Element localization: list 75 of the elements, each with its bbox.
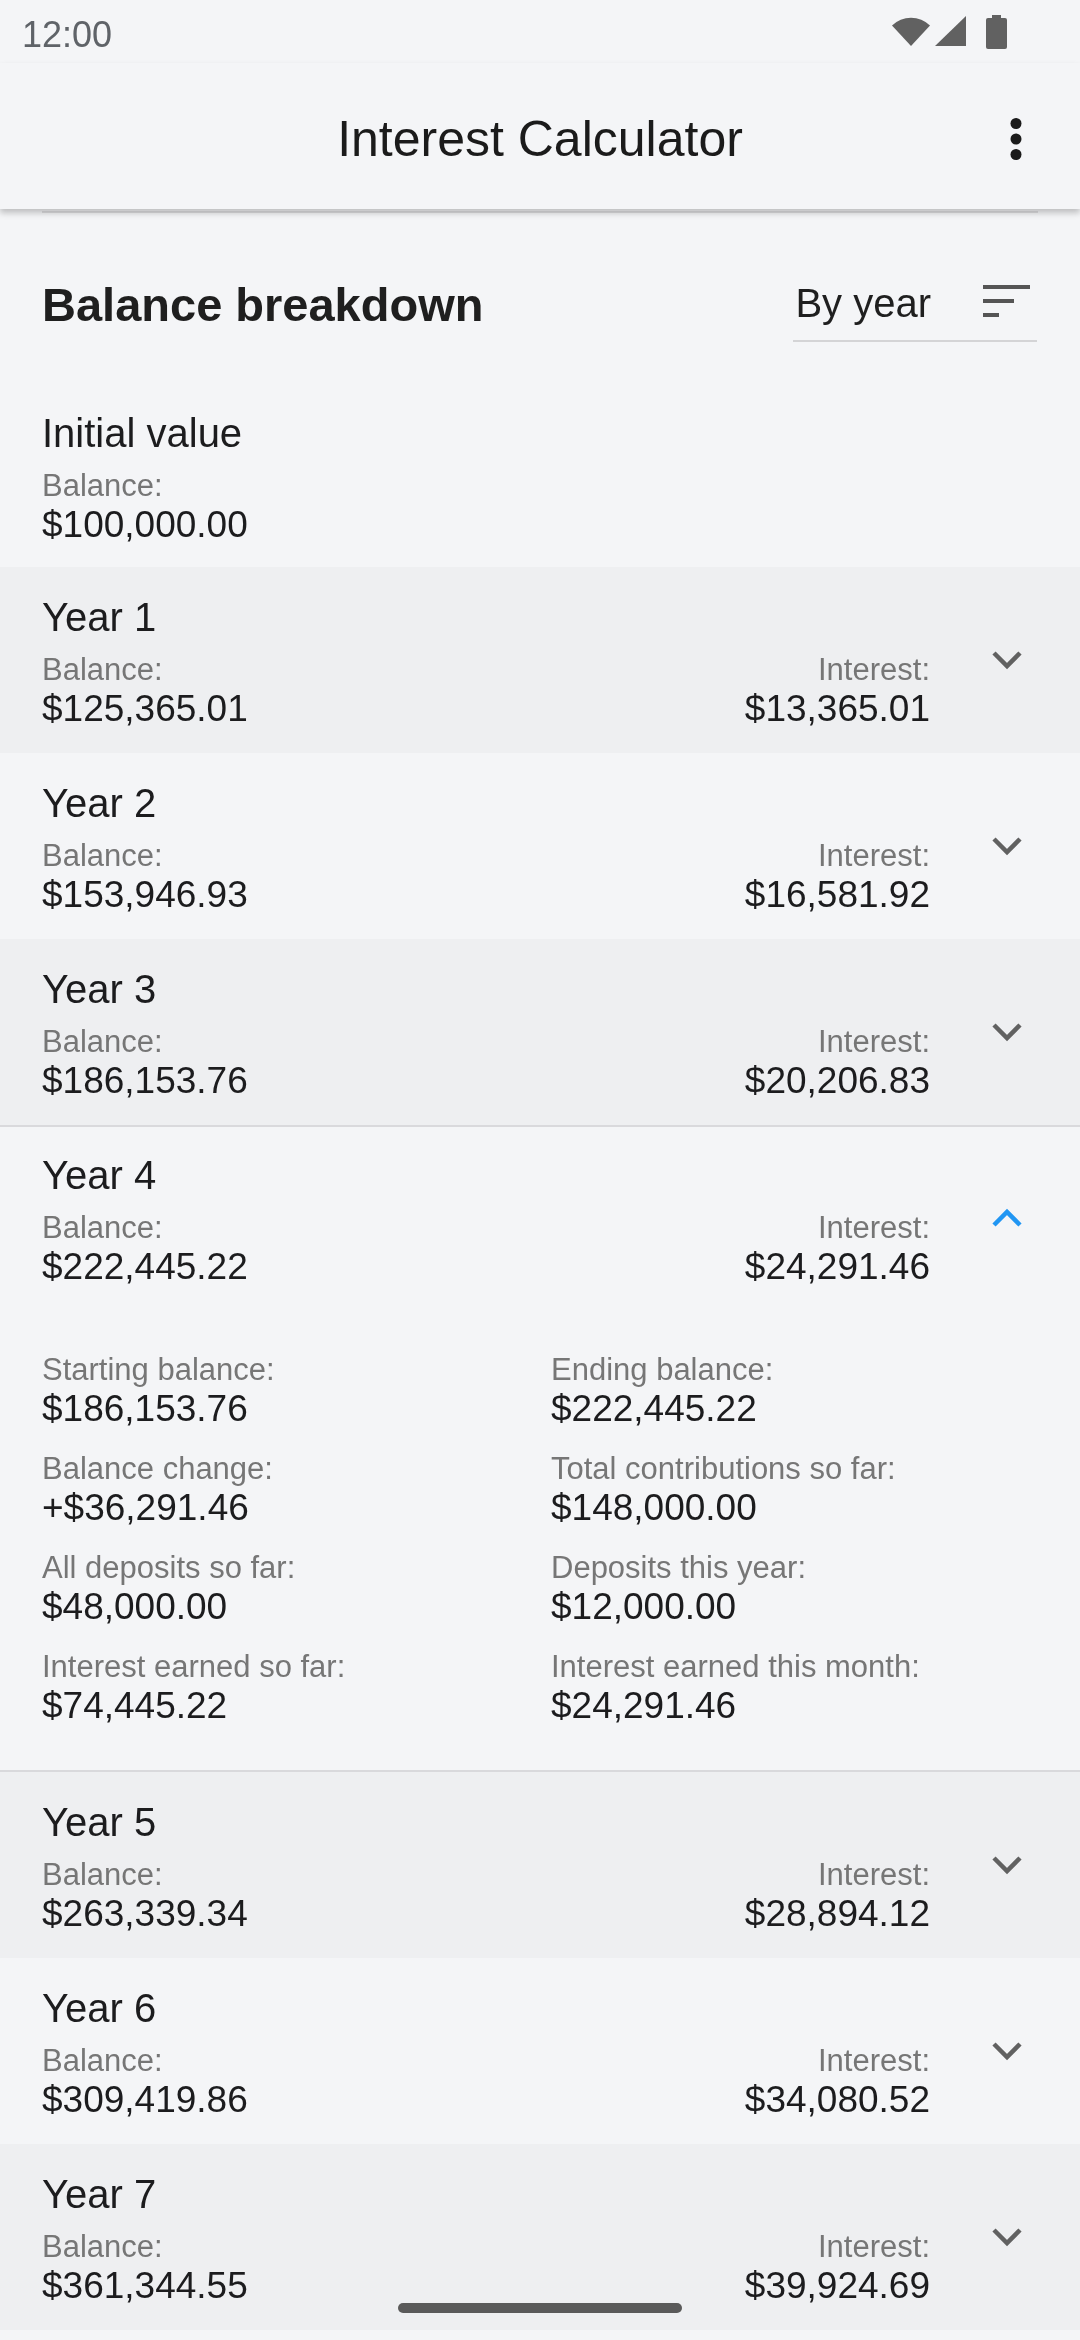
detail-label: Interest earned this month: xyxy=(551,1649,920,1685)
detail-value: $74,445.22 xyxy=(42,1685,228,1727)
year-row[interactable]: Year 7 Balance: $361,344.55 Interest: $39,924.69 xyxy=(0,2144,1080,2330)
interest-value: $39,924.69 xyxy=(744,2265,930,2307)
detail-value: $222,445.22 xyxy=(551,1388,757,1430)
row-title: Year 7 xyxy=(42,2171,157,2218)
balance-value: $222,445.22 xyxy=(42,1246,248,1288)
battery-icon xyxy=(986,15,1007,49)
balance-value: $153,946.93 xyxy=(42,874,248,916)
wifi-icon xyxy=(892,16,930,46)
more-icon[interactable] xyxy=(1008,118,1024,160)
interest-label: Interest: xyxy=(818,652,930,688)
sort-icon xyxy=(983,285,1030,317)
chevron-down-icon[interactable] xyxy=(992,650,1022,670)
row-title: Year 4 xyxy=(42,1152,157,1199)
balance-value: $125,365.01 xyxy=(42,688,248,730)
interest-value: $34,080.52 xyxy=(744,2079,930,2121)
balance-value: $361,344.55 xyxy=(42,2265,248,2307)
year-row[interactable] xyxy=(0,1125,1080,1772)
interest-label: Interest: xyxy=(818,1024,930,1060)
balance-label: Balance: xyxy=(42,1024,163,1060)
detail-label: Interest earned so far: xyxy=(42,1649,346,1685)
detail-value: $48,000.00 xyxy=(42,1586,228,1628)
detail-label: All deposits so far: xyxy=(42,1550,296,1586)
detail-value: $24,291.46 xyxy=(551,1685,737,1727)
detail-label: Ending balance: xyxy=(551,1352,774,1388)
balance-label: Balance: xyxy=(42,652,163,688)
interest-label: Interest: xyxy=(818,2043,930,2079)
detail-label: Starting balance: xyxy=(42,1352,275,1388)
detail-value: $148,000.00 xyxy=(551,1487,757,1529)
signal-icon xyxy=(935,16,966,46)
interest-value: $13,365.01 xyxy=(744,688,930,730)
year-row[interactable]: Year 1 Balance: $125,365.01 Interest: $13,365.01 xyxy=(0,567,1080,753)
chevron-down-icon[interactable] xyxy=(992,836,1022,856)
interest-value: $16,581.92 xyxy=(744,874,930,916)
row-title: Initial value xyxy=(42,410,243,457)
interest-value: $28,894.12 xyxy=(744,1893,930,1935)
balance-label: Balance: xyxy=(42,1210,163,1246)
balance-value: $309,419.86 xyxy=(42,2079,248,2121)
balance-label: Balance: xyxy=(42,838,163,874)
row-title: Year 2 xyxy=(42,780,157,827)
interest-value: $24,291.46 xyxy=(744,1246,930,1288)
detail-value: $12,000.00 xyxy=(551,1586,737,1628)
detail-value: +$36,291.46 xyxy=(42,1487,249,1529)
year-row[interactable]: Year 5 Balance: $263,339.34 Interest: $28,894.12 xyxy=(0,1772,1080,1958)
detail-value: $186,153.76 xyxy=(42,1388,248,1430)
interest-value: $20,206.83 xyxy=(744,1060,930,1102)
balance-label: Balance: xyxy=(42,468,163,504)
chevron-down-icon[interactable] xyxy=(992,2041,1022,2061)
row-title: Year 6 xyxy=(42,1985,157,2032)
row-title: Year 3 xyxy=(42,966,157,1013)
chevron-up-icon[interactable] xyxy=(992,1208,1022,1228)
balance-value: $186,153.76 xyxy=(42,1060,248,1102)
interest-label: Interest: xyxy=(818,1210,930,1246)
detail-label: Deposits this year: xyxy=(551,1550,806,1586)
period-dropdown[interactable]: By year xyxy=(793,279,1037,342)
app-title: Interest Calculator xyxy=(337,110,743,169)
chevron-down-icon[interactable] xyxy=(992,2227,1022,2247)
interest-label: Interest: xyxy=(818,2229,930,2265)
detail-label: Total contributions so far: xyxy=(551,1451,896,1487)
interest-label: Interest: xyxy=(818,1857,930,1893)
detail-label: Balance change: xyxy=(42,1451,273,1487)
section-title: Balance breakdown xyxy=(42,277,484,333)
chevron-down-icon[interactable] xyxy=(992,1855,1022,1875)
status-time: 12:00 xyxy=(22,14,113,56)
interest-label: Interest: xyxy=(818,838,930,874)
balance-label: Balance: xyxy=(42,2043,163,2079)
balance-value: $100,000.00 xyxy=(42,504,248,546)
chevron-down-icon[interactable] xyxy=(992,1022,1022,1042)
balance-label: Balance: xyxy=(42,1857,163,1893)
row-title: Year 5 xyxy=(42,1799,157,1846)
balance-value: $263,339.34 xyxy=(42,1893,248,1935)
year-row[interactable]: Year 3 Balance: $186,153.76 Interest: $20,206.83 xyxy=(0,939,1080,1125)
row-title: Year 1 xyxy=(42,594,157,641)
balance-label: Balance: xyxy=(42,2229,163,2265)
